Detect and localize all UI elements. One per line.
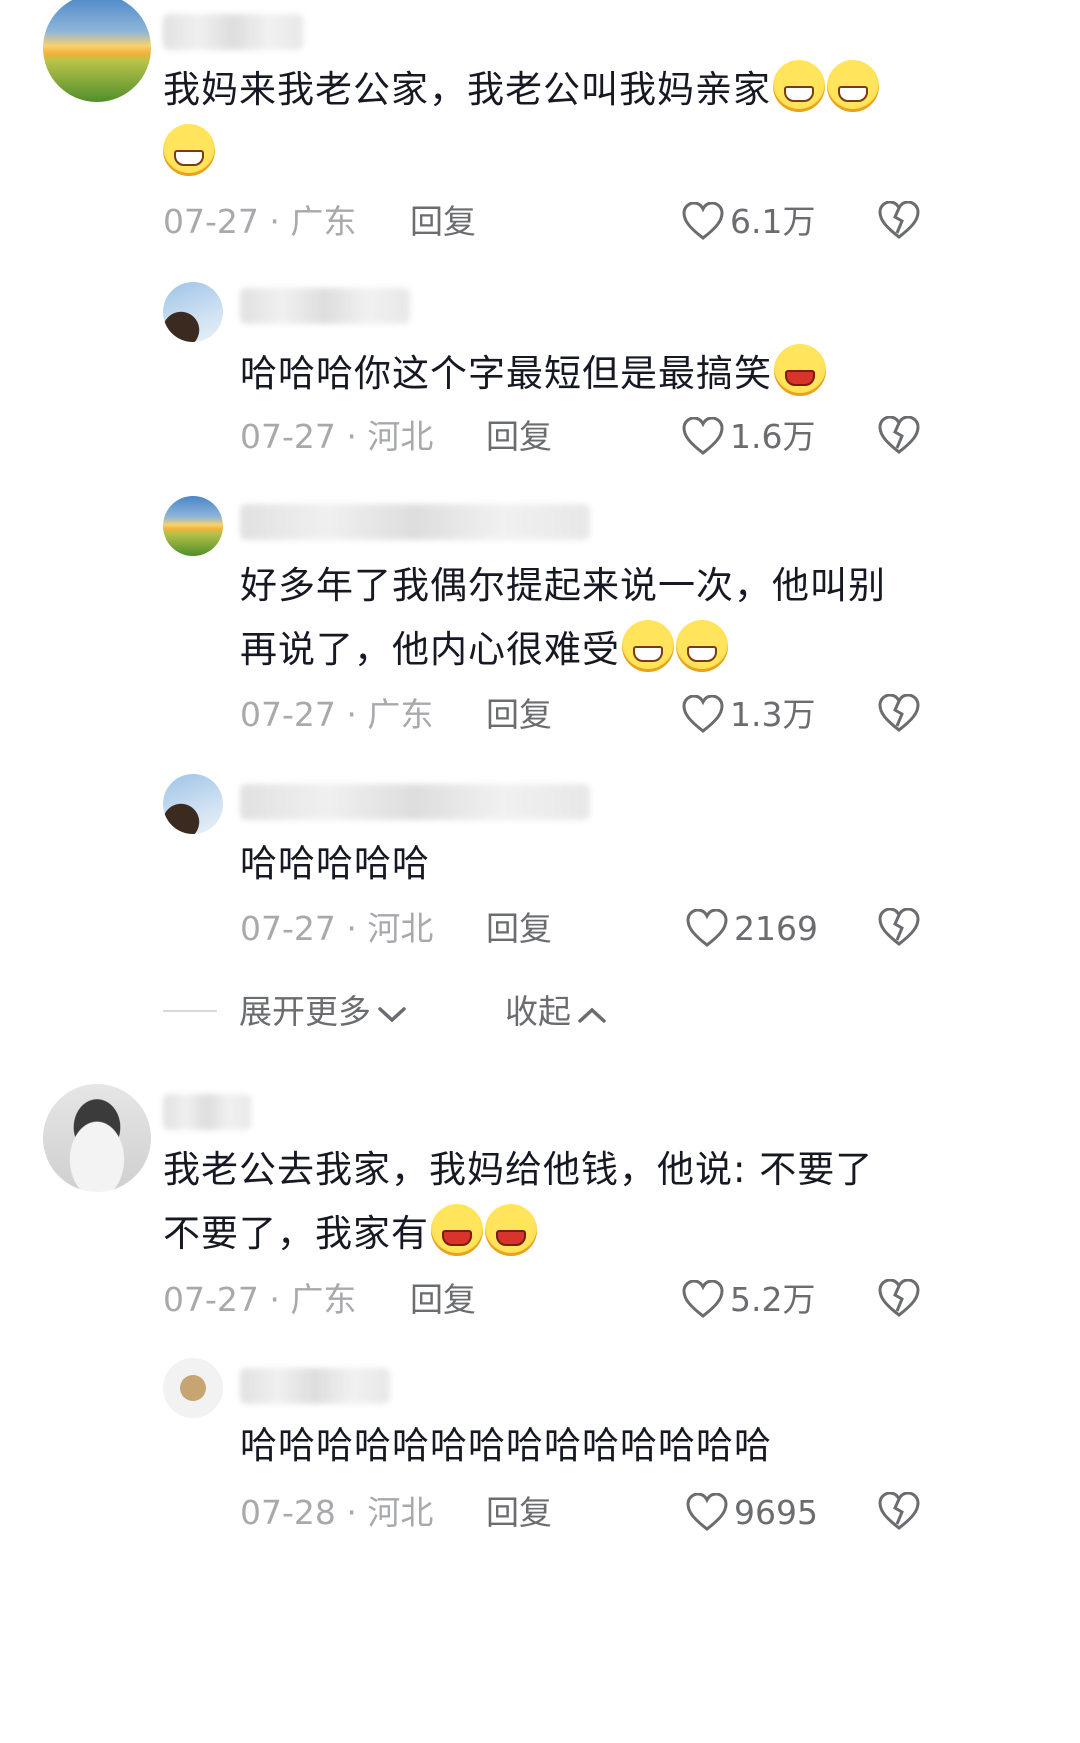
comment-region: 广东 bbox=[290, 202, 357, 241]
emoji-icon bbox=[773, 60, 825, 112]
expand-more-button[interactable]: 展开更多 bbox=[239, 990, 407, 1036]
like-button[interactable]: 9695 bbox=[686, 1493, 818, 1533]
emoji-icon bbox=[827, 60, 879, 112]
heart-icon bbox=[682, 695, 724, 735]
avatar[interactable] bbox=[163, 496, 223, 556]
reply-button[interactable]: 回复 bbox=[486, 417, 552, 457]
like-button[interactable]: 6.1万 bbox=[682, 202, 815, 242]
heart-icon bbox=[682, 1280, 724, 1320]
comment-region: 河北 bbox=[367, 1493, 434, 1532]
comment-meta: 07-27 · 广东 bbox=[163, 1280, 357, 1319]
avatar[interactable] bbox=[163, 774, 223, 834]
emoji-icon bbox=[622, 620, 674, 672]
divider bbox=[163, 1010, 217, 1012]
username-blurred[interactable] bbox=[240, 504, 590, 540]
like-count: 9695 bbox=[734, 1493, 818, 1532]
username-blurred[interactable] bbox=[163, 1094, 251, 1130]
comment-meta: 07-28 · 河北 bbox=[240, 1493, 434, 1532]
emoji-icon bbox=[676, 620, 728, 672]
reply-item: 哈哈哈哈哈哈哈哈哈哈哈哈哈哈 07-28 · 河北 回复 9695 bbox=[0, 1356, 1080, 1556]
like-button[interactable]: 1.6万 bbox=[682, 417, 815, 457]
like-count: 1.6万 bbox=[730, 417, 816, 456]
comment-region: 广东 bbox=[367, 695, 434, 734]
collapse-button[interactable]: 收起 bbox=[505, 990, 607, 1036]
like-button[interactable]: 1.3万 bbox=[682, 695, 815, 735]
comment-region: 河北 bbox=[367, 909, 434, 948]
dislike-icon[interactable] bbox=[878, 201, 920, 241]
dislike-icon[interactable] bbox=[878, 694, 920, 734]
username-blurred[interactable] bbox=[240, 1368, 390, 1404]
like-button[interactable]: 5.2万 bbox=[682, 1280, 815, 1320]
comment-date: 07-27 bbox=[240, 909, 336, 948]
avatar[interactable] bbox=[163, 1358, 223, 1418]
comment-meta: 07-27 · 河北 bbox=[240, 909, 434, 948]
chevron-up-icon bbox=[577, 992, 607, 1036]
like-count: 6.1万 bbox=[730, 202, 816, 241]
comment-meta: 07-27 · 广东 bbox=[240, 695, 434, 734]
comment-date: 07-27 bbox=[240, 695, 336, 734]
like-count: 5.2万 bbox=[730, 1280, 816, 1319]
comment-text: 哈哈哈你这个字最短但是最搞笑 bbox=[240, 342, 1000, 406]
dislike-icon[interactable] bbox=[878, 908, 920, 948]
reply-button[interactable]: 回复 bbox=[486, 1493, 552, 1533]
avatar[interactable] bbox=[43, 0, 151, 102]
reply-button[interactable]: 回复 bbox=[486, 909, 552, 949]
chevron-down-icon bbox=[377, 992, 407, 1036]
comment-text: 我妈来我老公家，我老公叫我妈亲家 bbox=[163, 58, 1043, 186]
avatar[interactable] bbox=[163, 282, 223, 342]
comment-item: 我老公去我家，我妈给他钱，他说: 不要了 不要了，我家有 07-27 · 广东 … bbox=[0, 1082, 1080, 1342]
like-button[interactable]: 2169 bbox=[686, 909, 818, 949]
username-blurred[interactable] bbox=[240, 288, 410, 324]
comment-meta: 07-27 · 河北 bbox=[240, 417, 434, 456]
comment-text: 好多年了我偶尔提起来说一次，他叫别 再说了，他内心很难受 bbox=[240, 564, 886, 672]
avatar[interactable] bbox=[43, 1084, 151, 1192]
heart-icon bbox=[686, 909, 728, 949]
dislike-icon[interactable] bbox=[878, 1492, 920, 1532]
dislike-icon[interactable] bbox=[878, 416, 920, 456]
emoji-icon bbox=[774, 344, 826, 396]
heart-icon bbox=[682, 202, 724, 242]
comment-date: 07-27 bbox=[240, 417, 336, 456]
username-blurred[interactable] bbox=[163, 14, 303, 50]
comment-text: 哈哈哈哈哈哈哈哈哈哈哈哈哈哈 bbox=[240, 1424, 772, 1467]
heart-icon bbox=[686, 1493, 728, 1533]
comment-item: 我妈来我老公家，我老公叫我妈亲家 07-27 · 广东 回复 6.1万 bbox=[0, 0, 1080, 270]
like-count: 2169 bbox=[734, 909, 818, 948]
like-count: 1.3万 bbox=[730, 695, 816, 734]
reply-button[interactable]: 回复 bbox=[410, 1280, 476, 1320]
reply-button[interactable]: 回复 bbox=[486, 695, 552, 735]
comment-date: 07-28 bbox=[240, 1493, 336, 1532]
reply-item: 好多年了我偶尔提起来说一次，他叫别 再说了，他内心很难受 07-27 · 广东 … bbox=[0, 494, 1080, 754]
dislike-icon[interactable] bbox=[878, 1279, 920, 1319]
emoji-icon bbox=[163, 124, 215, 176]
comment-text: 我老公去我家，我妈给他钱，他说: 不要了 不要了，我家有 bbox=[163, 1148, 874, 1256]
comment-date: 07-27 bbox=[163, 1280, 259, 1319]
username-blurred[interactable] bbox=[240, 784, 590, 820]
comment-region: 广东 bbox=[290, 1280, 357, 1319]
reply-button[interactable]: 回复 bbox=[410, 202, 476, 242]
reply-item: 哈哈哈哈哈 07-27 · 河北 回复 2169 bbox=[0, 772, 1080, 972]
comment-region: 河北 bbox=[367, 417, 434, 456]
comment-text: 哈哈哈哈哈 bbox=[240, 842, 430, 885]
emoji-icon bbox=[431, 1204, 483, 1256]
reply-item: 哈哈哈你这个字最短但是最搞笑 07-27 · 河北 回复 1.6万 bbox=[0, 280, 1080, 480]
heart-icon bbox=[682, 417, 724, 457]
comment-date: 07-27 bbox=[163, 202, 259, 241]
emoji-icon bbox=[485, 1204, 537, 1256]
comment-meta: 07-27 · 广东 bbox=[163, 202, 357, 241]
